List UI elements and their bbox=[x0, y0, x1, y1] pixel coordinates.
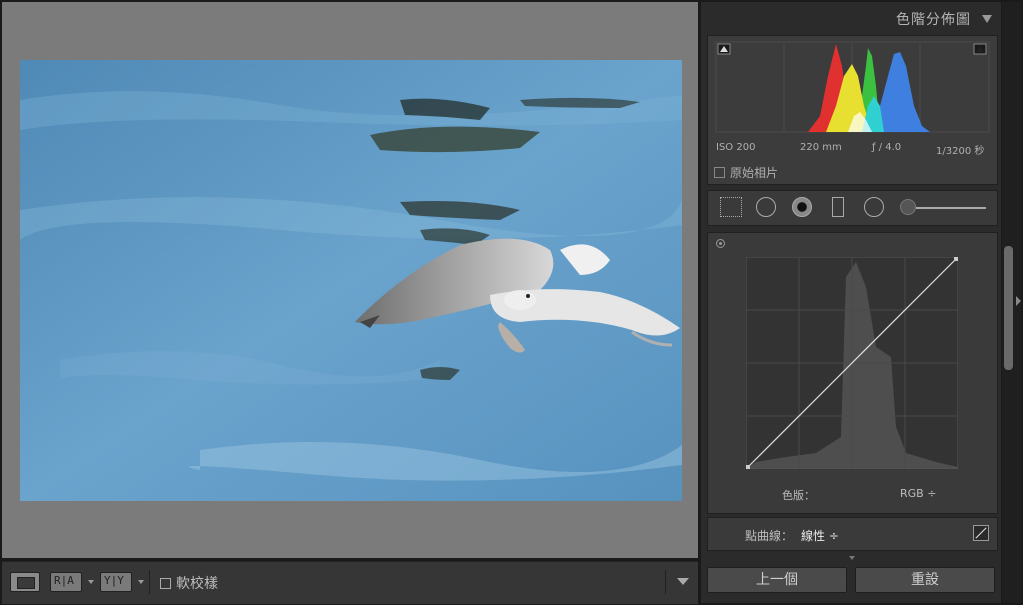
shutter-readout: 1/3200 秒 bbox=[936, 146, 985, 157]
collapse-triangle-icon[interactable] bbox=[982, 15, 992, 23]
bottom-toolbar: R|A Y|Y 軟校樣 bbox=[2, 561, 698, 604]
before-after-left-right-button[interactable]: R|A bbox=[50, 572, 82, 592]
histogram-panel[interactable]: ISO 200 220 mm ƒ / 4.0 1/3200 秒 原始相片 bbox=[707, 35, 998, 185]
reset-button[interactable]: 重設 bbox=[855, 567, 995, 593]
tool-strip bbox=[707, 190, 998, 226]
focal-length-readout: 220 mm bbox=[800, 142, 842, 153]
before-after-lr-label: R|A bbox=[54, 574, 74, 587]
image-canvas[interactable] bbox=[2, 2, 698, 558]
tone-curve-graph[interactable] bbox=[746, 257, 958, 469]
panel-collapse-arrow-icon[interactable] bbox=[1016, 296, 1021, 306]
original-photo-toggle[interactable]: 原始相片 bbox=[714, 164, 778, 181]
before-after-tb-dropdown-icon[interactable] bbox=[138, 580, 144, 584]
panel-end-marker bbox=[707, 554, 996, 564]
aperture-readout: ƒ / 4.0 bbox=[872, 142, 902, 153]
single-view-icon bbox=[17, 577, 35, 589]
loupe-view-button[interactable] bbox=[10, 572, 40, 592]
histogram-title: 色階分佈圖 bbox=[896, 12, 971, 28]
radial-filter-icon[interactable] bbox=[864, 197, 884, 217]
edit-point-curve-icon[interactable] bbox=[973, 525, 989, 541]
photo-seagull[interactable] bbox=[20, 60, 682, 501]
soft-proof-label: 軟校樣 bbox=[176, 576, 218, 592]
before-after-dropdown-icon[interactable] bbox=[88, 580, 94, 584]
point-curve-row: 點曲線： 線性 ÷ bbox=[707, 517, 998, 551]
histogram-graph bbox=[715, 41, 990, 133]
original-photo-label: 原始相片 bbox=[730, 166, 779, 180]
toolbar-divider-right bbox=[665, 570, 666, 594]
tone-curve-panel: 色版： RGB ÷ bbox=[707, 232, 998, 514]
point-curve-select[interactable]: 線性 ÷ bbox=[801, 527, 839, 544]
histogram-header[interactable]: 色階分佈圖 bbox=[701, 2, 1001, 34]
adjustment-brush-icon[interactable] bbox=[900, 199, 916, 215]
graduated-filter-icon[interactable] bbox=[832, 197, 844, 217]
toolbar-options-icon[interactable] bbox=[677, 578, 689, 585]
toolbar-divider bbox=[149, 570, 150, 594]
scrollbar-thumb[interactable] bbox=[1004, 246, 1013, 370]
brush-slider-track[interactable] bbox=[916, 207, 986, 209]
original-photo-checkbox[interactable] bbox=[714, 167, 725, 178]
channel-label: 色版： bbox=[782, 489, 815, 502]
targeted-adjustment-icon[interactable] bbox=[716, 239, 725, 248]
spot-removal-icon[interactable] bbox=[756, 197, 776, 217]
photo-image bbox=[20, 60, 682, 501]
red-eye-icon[interactable] bbox=[792, 197, 812, 217]
iso-readout: ISO 200 bbox=[716, 142, 756, 153]
before-after-yy-label: Y|Y bbox=[104, 574, 124, 587]
soft-proof-toggle[interactable]: 軟校樣 bbox=[160, 573, 218, 593]
channel-select[interactable]: RGB ÷ bbox=[900, 487, 936, 500]
point-curve-label: 點曲線： bbox=[745, 529, 794, 543]
before-after-top-bottom-button[interactable]: Y|Y bbox=[100, 572, 132, 592]
develop-right-panel: 色階分佈圖 ISO 200 220 mm ƒ / 4.0 1/3200 秒 原始… bbox=[701, 2, 1001, 603]
crop-icon[interactable] bbox=[720, 197, 742, 217]
previous-button[interactable]: 上一個 bbox=[707, 567, 847, 593]
soft-proof-checkbox[interactable] bbox=[160, 578, 171, 589]
